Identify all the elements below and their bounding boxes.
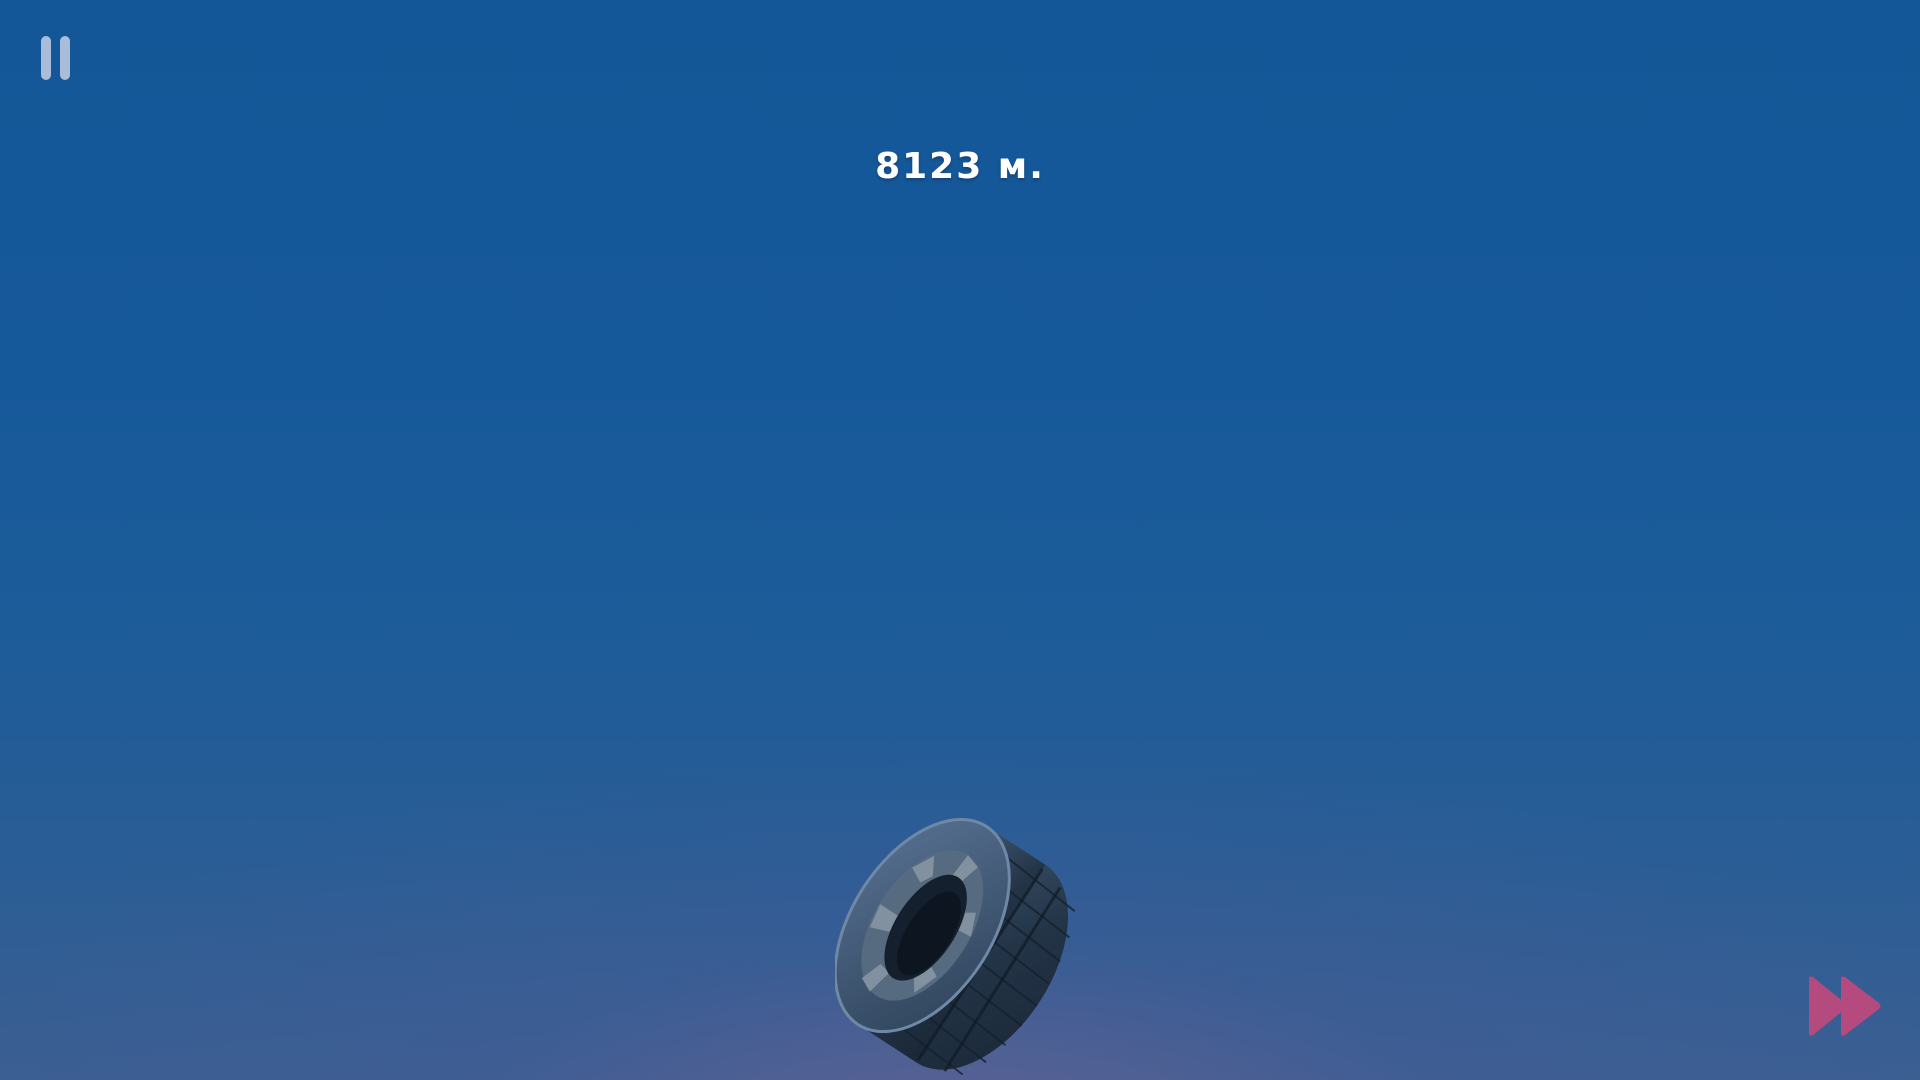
pause-icon-bar-right bbox=[60, 36, 70, 80]
tire-sprite bbox=[835, 817, 1076, 1076]
tire-body bbox=[835, 817, 1076, 1076]
distance-counter: 8123 м. bbox=[875, 146, 1045, 187]
pause-button[interactable] bbox=[36, 34, 78, 84]
pause-icon-bar-left bbox=[41, 36, 51, 80]
fast-forward-icon bbox=[1809, 976, 1881, 1036]
fast-forward-button[interactable] bbox=[1805, 975, 1885, 1037]
